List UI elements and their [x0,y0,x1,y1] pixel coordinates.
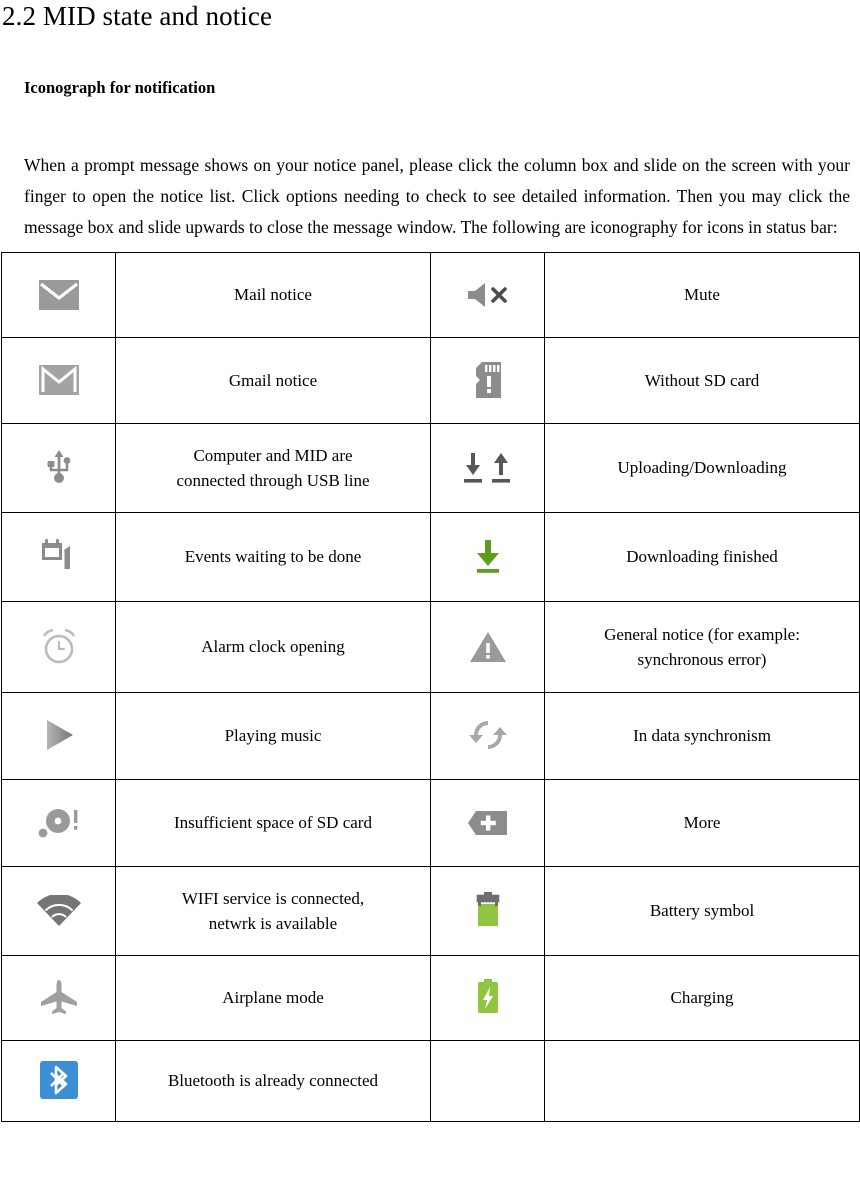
icon-cell [1,422,116,513]
icon-description: Uploading/Downloading [544,422,860,513]
icon-description: Playing music [115,691,431,780]
icon-cell [1,511,116,602]
alarm-clock-icon [31,624,87,668]
download-done-icon [460,534,516,578]
icon-cell [1,778,116,867]
icon-cell [430,600,545,693]
icon-cell [430,422,545,513]
sync-problem-icon [460,713,516,757]
label-line-1: Mail notice [234,285,312,305]
usb-icon [31,444,87,488]
table-row: Bluetooth is already connected [1,1039,860,1122]
sub-heading: Iconograph for notification [24,77,216,97]
table-row: Alarm clock opening General notice (for … [1,600,860,693]
label-line-1: General notice (for example: [604,624,800,644]
label-line-1: Airplane mode [222,988,324,1008]
icon-description: General notice (for example: synchronous… [544,600,860,693]
icon-cell [1,954,116,1041]
icon-description: Mute [544,251,860,338]
warning-icon [460,625,516,669]
icon-description: Computer and MID are connected through U… [115,422,431,513]
label-line-1: Uploading/Downloading [617,458,787,478]
icon-description: Insufficient space of SD card [115,778,431,867]
bluetooth-icon [31,1058,87,1102]
label-line-1: More [683,813,721,833]
icon-cell [430,251,545,338]
table-row: Insufficient space of SD card More [1,778,860,867]
label-line-1: Downloading finished [626,547,778,567]
table-row: WIFI service is connected, netwrk is ava… [1,865,860,956]
play-icon [31,713,87,757]
airplane-icon [31,975,87,1019]
icon-description: Charging [544,954,860,1041]
label-line-1: Battery symbol [649,901,755,921]
label-line-2: synchronous error) [637,649,767,669]
label-line-1: Events waiting to be done [184,547,362,567]
table-row: Mail notice Mute [1,251,860,338]
icon-cell [430,511,545,602]
label-line-1: Charging [670,988,734,1008]
icon-cell [1,865,116,956]
wifi-icon [31,889,87,933]
icon-description: Events waiting to be done [115,511,431,602]
icon-description: Airplane mode [115,954,431,1041]
icon-description: Without SD card [544,336,860,424]
icon-description-empty [544,1039,860,1122]
battery-icon [460,888,516,932]
icon-cell [1,691,116,780]
icon-description: Gmail notice [115,336,431,424]
label-line-1: Alarm clock opening [201,637,345,657]
icon-cell [430,691,545,780]
mute-icon [460,273,516,317]
calendar-event-icon [31,534,87,578]
sd-card-full-icon [31,801,87,845]
label-line-1: Insufficient space of SD card [174,813,372,833]
label-line-1: WIFI service is connected, [181,888,365,908]
label-line-1: In data synchronism [633,726,771,746]
icon-cell-empty [430,1039,545,1122]
label-line-2: netwrk is available [208,913,338,933]
icon-description: More [544,778,860,867]
table-row: Computer and MID are connected through U… [1,422,860,513]
icon-cell [1,600,116,693]
icon-description: Battery symbol [544,865,860,956]
icon-cell [430,336,545,424]
icon-description: Alarm clock opening [115,600,431,693]
label-line-1: Mute [684,285,720,305]
label-line-1: Computer and MID are [193,445,353,465]
empty-icon-slot [460,1056,516,1100]
icon-cell [430,954,545,1041]
mail-icon [31,273,87,317]
icon-description: In data synchronism [544,691,860,780]
upload-download-icon [460,446,516,490]
icon-description: Downloading finished [544,511,860,602]
status-bar-icon-table: Mail notice Mute Gmail notice Without SD… [1,251,860,1122]
label-line-1: Without SD card [644,370,760,390]
more-icon [460,801,516,845]
table-row: Airplane mode Charging [1,954,860,1041]
label-line-1: Playing music [224,726,322,746]
icon-cell [430,865,545,956]
no-sd-card-icon [460,358,516,402]
icon-description: WIFI service is connected, netwrk is ava… [115,865,431,956]
icon-description: Mail notice [115,251,431,338]
icon-description: Bluetooth is already connected [115,1039,431,1122]
gmail-icon [31,358,87,402]
label-line-1: Bluetooth is already connected [167,1071,379,1091]
label-line-1: Gmail notice [228,370,318,390]
intro-paragraph: When a prompt message shows on your noti… [24,154,850,237]
icon-cell [1,336,116,424]
page-title: 2.2 MID state and notice [2,1,273,31]
table-row: Events waiting to be done Downloading fi… [1,511,860,602]
document-page: 2.2 MID state and notice Iconograph for … [0,0,860,1179]
table-row: Playing music In data synchronism [1,691,860,780]
icon-cell [1,251,116,338]
label-line-2: connected through USB line [176,470,370,490]
battery-charging-icon [460,975,516,1019]
icon-cell [1,1039,116,1122]
table-row: Gmail notice Without SD card [1,336,860,424]
icon-cell [430,778,545,867]
